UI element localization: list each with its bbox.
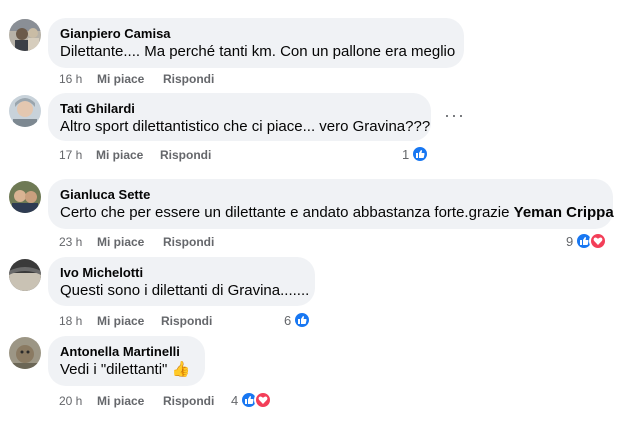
reaction-count: 1	[402, 146, 410, 162]
like-button[interactable]: Mi piace	[97, 235, 163, 249]
like-button[interactable]: Mi piace	[96, 148, 160, 162]
comment-time[interactable]: 16 h	[59, 72, 97, 86]
comment-actions: 16 h Mi piace Rispondi	[59, 72, 214, 86]
comment-author[interactable]: Gianpiero Camisa	[60, 26, 452, 42]
comment-actions: 17 h Mi piace Rispondi	[59, 148, 211, 162]
comment-text: Certo che per essere un dilettante e and…	[60, 203, 614, 223]
comment-time[interactable]: 18 h	[59, 314, 97, 328]
comment-actions: 20 h Mi piace Rispondi	[59, 394, 214, 408]
comment-text: Dilettante.... Ma perché tanti km. Con u…	[60, 43, 456, 60]
avatar[interactable]	[9, 259, 41, 291]
comment-bubble: Antonella Martinelli Vedi i "dilettanti"…	[48, 336, 205, 386]
comment-time[interactable]: 17 h	[59, 148, 96, 162]
reaction-count: 6	[284, 312, 292, 328]
reaction-count: 9	[566, 233, 574, 249]
reply-button[interactable]: Rispondi	[163, 72, 214, 86]
comment-bubble: Gianpiero Camisa Dilettante.... Ma perch…	[48, 18, 464, 68]
like-button[interactable]: Mi piace	[97, 314, 161, 328]
comment-time[interactable]: 20 h	[59, 394, 97, 408]
like-button[interactable]: Mi piace	[97, 394, 163, 408]
comment-time[interactable]: 23 h	[59, 235, 97, 249]
reply-button[interactable]: Rispondi	[161, 314, 212, 328]
reply-button[interactable]: Rispondi	[163, 235, 214, 249]
comment-text: Questi sono i dilettanti di Gravina.....…	[60, 282, 310, 299]
reaction-summary[interactable]: 1	[402, 145, 430, 163]
mention-link[interactable]: Yeman Crippa	[514, 204, 614, 221]
avatar[interactable]	[9, 337, 41, 369]
comment-actions: 18 h Mi piace Rispondi	[59, 314, 212, 328]
comment-bubble: Ivo Michelotti Questi sono i dilettanti …	[48, 257, 315, 306]
comment-text: Altro sport dilettantistico che ci piace…	[60, 118, 431, 135]
reply-button[interactable]: Rispondi	[163, 394, 214, 408]
thumbs-up-icon	[293, 311, 312, 329]
heart-icon	[589, 232, 608, 250]
comment-text: Vedi i "dilettanti" 👍	[60, 360, 193, 380]
avatar[interactable]	[9, 19, 41, 51]
comment-actions: 23 h Mi piace Rispondi	[59, 235, 214, 249]
comment-author[interactable]: Antonella Martinelli	[60, 344, 193, 360]
reaction-summary[interactable]: 4	[231, 391, 273, 409]
heart-icon	[254, 391, 273, 409]
more-options-icon[interactable]: ···	[444, 105, 465, 126]
comment-author[interactable]: Gianluca Sette	[60, 187, 601, 203]
comment-bubble: Gianluca Sette Certo che per essere un d…	[48, 179, 614, 229]
comment-author[interactable]: Tati Ghilardi	[60, 101, 419, 117]
reply-button[interactable]: Rispondi	[160, 148, 211, 162]
avatar[interactable]	[9, 181, 41, 213]
comment-author[interactable]: Ivo Michelotti	[60, 265, 303, 281]
comment-text-body: Vedi i "dilettanti"	[60, 361, 168, 378]
reaction-count: 4	[231, 392, 239, 408]
thumbs-up-emoji: 👍	[171, 361, 191, 378]
comment-bubble: Tati Ghilardi Altro sport dilettantistic…	[48, 93, 431, 141]
comment-text-body: Certo che per essere un dilettante e and…	[60, 204, 514, 221]
like-button[interactable]: Mi piace	[97, 72, 163, 86]
avatar[interactable]	[9, 95, 41, 127]
thumbs-up-icon	[411, 145, 430, 163]
reaction-summary[interactable]: 6	[284, 311, 312, 329]
reaction-summary[interactable]: 9	[566, 232, 608, 250]
